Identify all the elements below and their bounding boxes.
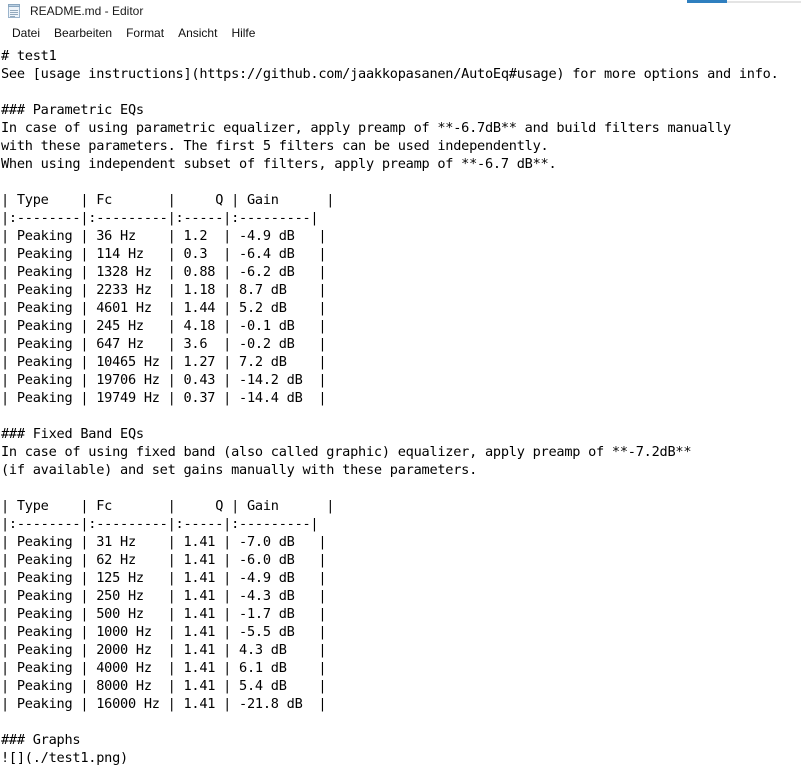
menu-item-hilfe[interactable]: Hilfe (224, 23, 262, 43)
editor-area[interactable]: # test1 See [usage instructions](https:/… (0, 44, 803, 776)
title-bar[interactable]: README.md - Editor (0, 0, 803, 22)
menu-bar: Datei Bearbeiten Format Ansicht Hilfe (0, 22, 803, 44)
notepad-window: README.md - Editor Datei Bearbeiten Form… (0, 0, 803, 776)
top-accent-strip-track (727, 1, 801, 3)
menu-item-ansicht[interactable]: Ansicht (171, 23, 224, 43)
menu-item-format[interactable]: Format (119, 23, 171, 43)
menu-item-datei[interactable]: Datei (5, 23, 47, 43)
document-text[interactable]: # test1 See [usage instructions](https:/… (0, 45, 803, 776)
menu-item-bearbeiten[interactable]: Bearbeiten (47, 23, 119, 43)
window-title: README.md - Editor (30, 4, 144, 18)
top-accent-strip (687, 0, 727, 3)
notepad-icon (7, 3, 22, 19)
